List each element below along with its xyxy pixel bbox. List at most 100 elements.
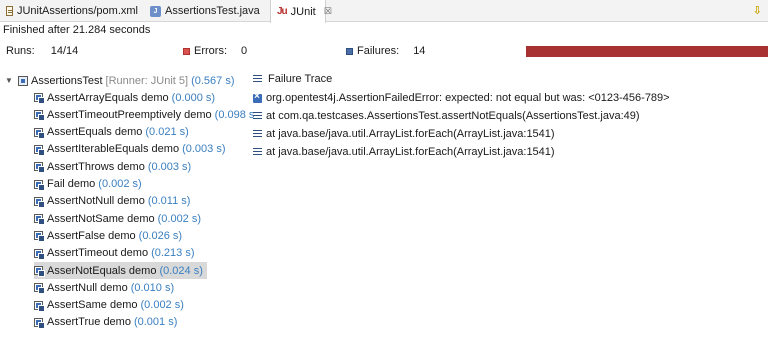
test-tree-item[interactable]: AssertArrayEquals demo (0.000 s) <box>34 89 215 106</box>
failure-trace-line[interactable]: at java.base/java.util.ArrayList.forEach… <box>253 128 555 140</box>
failure-trace-title: Failure Trace <box>268 73 333 85</box>
test-tree-item[interactable]: AssertThrows demo (0.003 s) <box>34 158 191 175</box>
test-tree-item[interactable]: AssertSame demo (0.002 s) <box>34 297 184 314</box>
finished-status-text: Finished after 21.284 seconds <box>3 24 151 36</box>
errors-label: Errors: <box>194 45 227 57</box>
errors-value: 0 <box>241 45 248 57</box>
test-tree-item[interactable]: AsserNotEquals demo (0.024 s) <box>34 262 207 279</box>
test-name: AssertSame demo <box>47 299 138 312</box>
tab-junit[interactable]: Ju JUnit ☒ <box>270 0 332 23</box>
failure-trace-header: Failure Trace <box>253 73 332 85</box>
failure-trace-line[interactable]: at com.qa.testcases.AssertionsTest.asser… <box>253 110 640 122</box>
tree-root-assertions-test[interactable]: ▼ AssertionsTest [Runner: JUnit 5] (0.56… <box>5 72 235 89</box>
test-time: (0.003 s) <box>182 143 226 156</box>
tab-label: JUnit <box>290 5 316 18</box>
test-failure-icon <box>34 196 45 208</box>
trace-text: at com.qa.testcases.AssertionsTest.asser… <box>266 110 640 122</box>
tab-pom-xml[interactable]: JUnitAssertions/pom.xml <box>0 0 144 22</box>
test-failure-icon <box>34 144 45 156</box>
test-name: AssertNotSame demo <box>47 212 155 225</box>
test-time: (0.001 s) <box>133 316 178 329</box>
stack-frame-icon <box>253 130 262 138</box>
test-failure-icon <box>34 317 45 329</box>
test-time: (0.000 s) <box>171 91 216 104</box>
test-time: (0.002 s) <box>140 299 184 312</box>
test-progress-bar <box>526 46 768 57</box>
test-tree-item[interactable]: AssertNotNull demo (0.011 s) <box>34 193 190 210</box>
test-name: AssertIterableEquals demo <box>47 143 180 156</box>
root-name: AssertionsTest <box>31 74 103 87</box>
java-file-icon: J <box>150 5 161 17</box>
test-name: AssertNotNull demo <box>47 195 145 208</box>
test-name: AssertTimeoutPreemptively demo <box>47 108 212 121</box>
test-failure-icon <box>34 266 45 277</box>
failure-icon <box>346 47 353 55</box>
test-tree-item[interactable]: AssertTrue demo (0.001 s) <box>34 314 177 331</box>
test-time: (0.024 s) <box>159 264 203 277</box>
test-name: AsserNotEquals demo <box>47 264 157 277</box>
runs-counter: Runs: 14/14 <box>6 45 78 57</box>
test-suite-icon <box>18 75 28 86</box>
test-failure-icon <box>34 248 45 260</box>
test-name: Fail demo <box>47 178 96 190</box>
test-time: (0.002 s) <box>98 178 142 190</box>
test-failure-icon <box>34 179 45 191</box>
trace-text: at java.base/java.util.ArrayList.forEach… <box>266 146 555 158</box>
test-tree-item[interactable]: AssertTimeout demo (0.213 s) <box>34 245 195 262</box>
test-failure-icon <box>34 214 45 226</box>
runs-label: Runs: <box>6 45 35 57</box>
tab-label: JUnitAssertions/pom.xml <box>16 5 138 17</box>
junit-icon: Ju <box>277 6 288 17</box>
test-failure-icon <box>34 231 45 243</box>
trace-text: org.opentest4j.AssertionFailedError: exp… <box>266 92 670 104</box>
test-time: (0.098 s <box>214 108 255 121</box>
collapse-chevron-icon[interactable]: ▼ <box>5 76 15 85</box>
test-name: AssertEquals demo <box>47 126 143 139</box>
test-tree-item[interactable]: AssertNotSame demo (0.002 s) <box>34 210 201 227</box>
failure-trace-icon <box>253 75 262 83</box>
stack-frame-icon <box>253 148 262 156</box>
test-name: AssertNull demo <box>47 281 128 294</box>
test-tree-item[interactable]: AssertFalse demo (0.026 s) <box>34 227 182 244</box>
test-time: (0.002 s) <box>157 212 202 225</box>
test-time: (0.003 s) <box>147 160 192 173</box>
test-failure-icon <box>34 162 45 174</box>
test-tree-item[interactable]: Fail demo (0.002 s) <box>34 176 142 193</box>
test-failure-icon <box>34 300 45 312</box>
failures-counter: Failures: 14 <box>346 45 425 57</box>
test-failure-icon <box>34 93 45 104</box>
stack-frame-icon <box>253 112 262 120</box>
test-time: (0.213 s) <box>151 247 195 260</box>
root-runner: [Runner: JUnit 5] <box>105 74 189 87</box>
test-name: AssertTimeout demo <box>47 247 149 260</box>
failure-trace-line[interactable]: at java.base/java.util.ArrayList.forEach… <box>253 146 555 158</box>
error-cross-icon <box>253 91 262 103</box>
test-failure-icon <box>34 110 45 122</box>
test-name: AssertThrows demo <box>47 160 145 173</box>
xml-file-icon <box>6 6 13 16</box>
test-time: (0.021 s) <box>145 126 189 139</box>
test-tree-item[interactable]: AssertEquals demo (0.021 s) <box>34 124 189 141</box>
test-failure-icon <box>34 127 45 139</box>
root-time: (0.567 s) <box>191 74 235 87</box>
tab-label: AssertionsTest.java <box>165 5 260 17</box>
test-time: (0.010 s) <box>130 281 175 294</box>
test-time: (0.026 s) <box>138 229 183 242</box>
test-tree-item[interactable]: AssertIterableEquals demo (0.003 s) <box>34 141 226 158</box>
test-failure-icon <box>34 283 45 295</box>
test-tree-item[interactable]: AssertTimeoutPreemptively demo (0.098 s <box>34 106 254 123</box>
test-name: AssertTrue demo <box>47 316 131 329</box>
trace-text: at java.base/java.util.ArrayList.forEach… <box>266 128 555 140</box>
test-time: (0.011 s) <box>147 195 191 208</box>
tab-assertions-test-java[interactable]: J AssertionsTest.java <box>144 0 270 22</box>
test-name: AssertArrayEquals demo <box>47 91 169 104</box>
error-icon <box>183 47 190 55</box>
close-icon[interactable]: ☒ <box>324 6 332 17</box>
errors-counter: Errors: 0 <box>183 45 247 57</box>
editor-tab-bar: JUnitAssertions/pom.xml J AssertionsTest… <box>0 0 768 23</box>
test-name: AssertFalse demo <box>47 229 136 242</box>
test-tree-item[interactable]: AssertNull demo (0.010 s) <box>34 279 174 296</box>
failure-trace-line[interactable]: org.opentest4j.AssertionFailedError: exp… <box>253 91 670 104</box>
failures-value: 14 <box>413 45 426 57</box>
view-menu-down-arrow-icon[interactable]: ⇩ <box>753 4 762 17</box>
